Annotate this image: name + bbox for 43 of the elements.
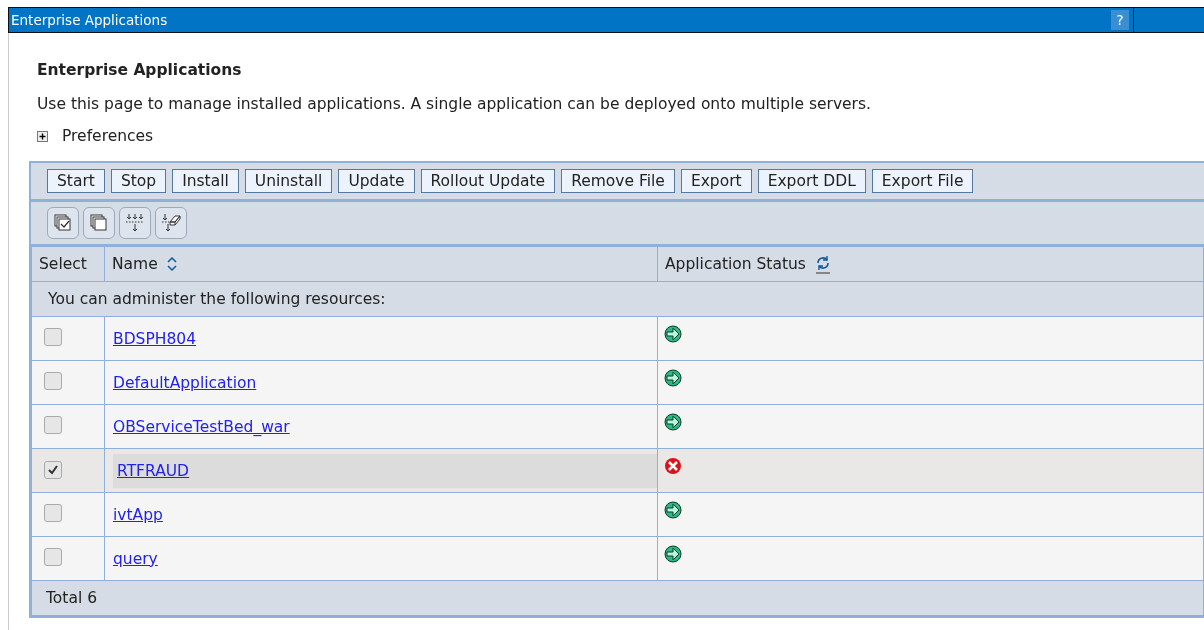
window-title: Enterprise Applications	[10, 12, 169, 28]
page-heading: Enterprise Applications	[37, 61, 243, 79]
expand-icon[interactable]	[37, 130, 48, 142]
action-button[interactable]: Export File	[871, 169, 974, 193]
group-label: You can administer the following resources:	[31, 281, 1204, 317]
action-button[interactable]: Update	[338, 169, 415, 193]
action-button[interactable]: Rollout Update	[420, 169, 556, 193]
checkbox[interactable]	[44, 547, 62, 566]
deselect-all-icon	[88, 212, 110, 234]
clear-filter-button[interactable]	[155, 207, 187, 239]
select-all-icon	[52, 212, 74, 234]
checkbox[interactable]	[44, 415, 62, 434]
preferences-link[interactable]: Preferences	[62, 127, 154, 145]
total-count: Total 6	[31, 580, 1204, 616]
application-link[interactable]: query	[113, 549, 158, 568]
checkbox[interactable]	[44, 461, 62, 480]
action-button[interactable]: Remove File	[561, 169, 675, 193]
filter-icon	[124, 212, 146, 234]
application-link[interactable]: OBServiceTestBed_war	[113, 417, 290, 436]
eraser-icon	[160, 212, 182, 234]
checkbox[interactable]	[44, 503, 62, 522]
application-link[interactable]: ivtApp	[113, 505, 163, 524]
column-header[interactable]: Name	[112, 255, 158, 273]
select-all-button[interactable]	[47, 207, 79, 239]
action-button[interactable]: Start	[47, 169, 105, 193]
filter-button[interactable]	[119, 207, 151, 239]
application-link[interactable]: RTFRAUD	[117, 461, 190, 480]
refresh-icon[interactable]	[813, 254, 832, 274]
action-button[interactable]: Install	[172, 169, 239, 193]
action-button[interactable]: Uninstall	[244, 169, 333, 193]
column-header: Application Status	[665, 255, 806, 273]
application-link[interactable]: DefaultApplication	[113, 373, 257, 392]
action-button[interactable]: Stop	[110, 169, 167, 193]
check-icon	[47, 464, 59, 477]
page-description: Use this page to manage installed applications. A single application can be deployed onto multiple servers.	[37, 95, 872, 113]
action-button[interactable]: Export	[680, 169, 752, 193]
column-header: Select	[31, 246, 105, 282]
action-button[interactable]: Export DDL	[757, 169, 866, 193]
checkbox[interactable]	[44, 371, 62, 390]
application-link[interactable]: BDSPH804	[113, 329, 196, 348]
sort-icon[interactable]	[165, 256, 178, 272]
deselect-all-button[interactable]	[83, 207, 115, 239]
checkbox[interactable]	[44, 327, 62, 346]
